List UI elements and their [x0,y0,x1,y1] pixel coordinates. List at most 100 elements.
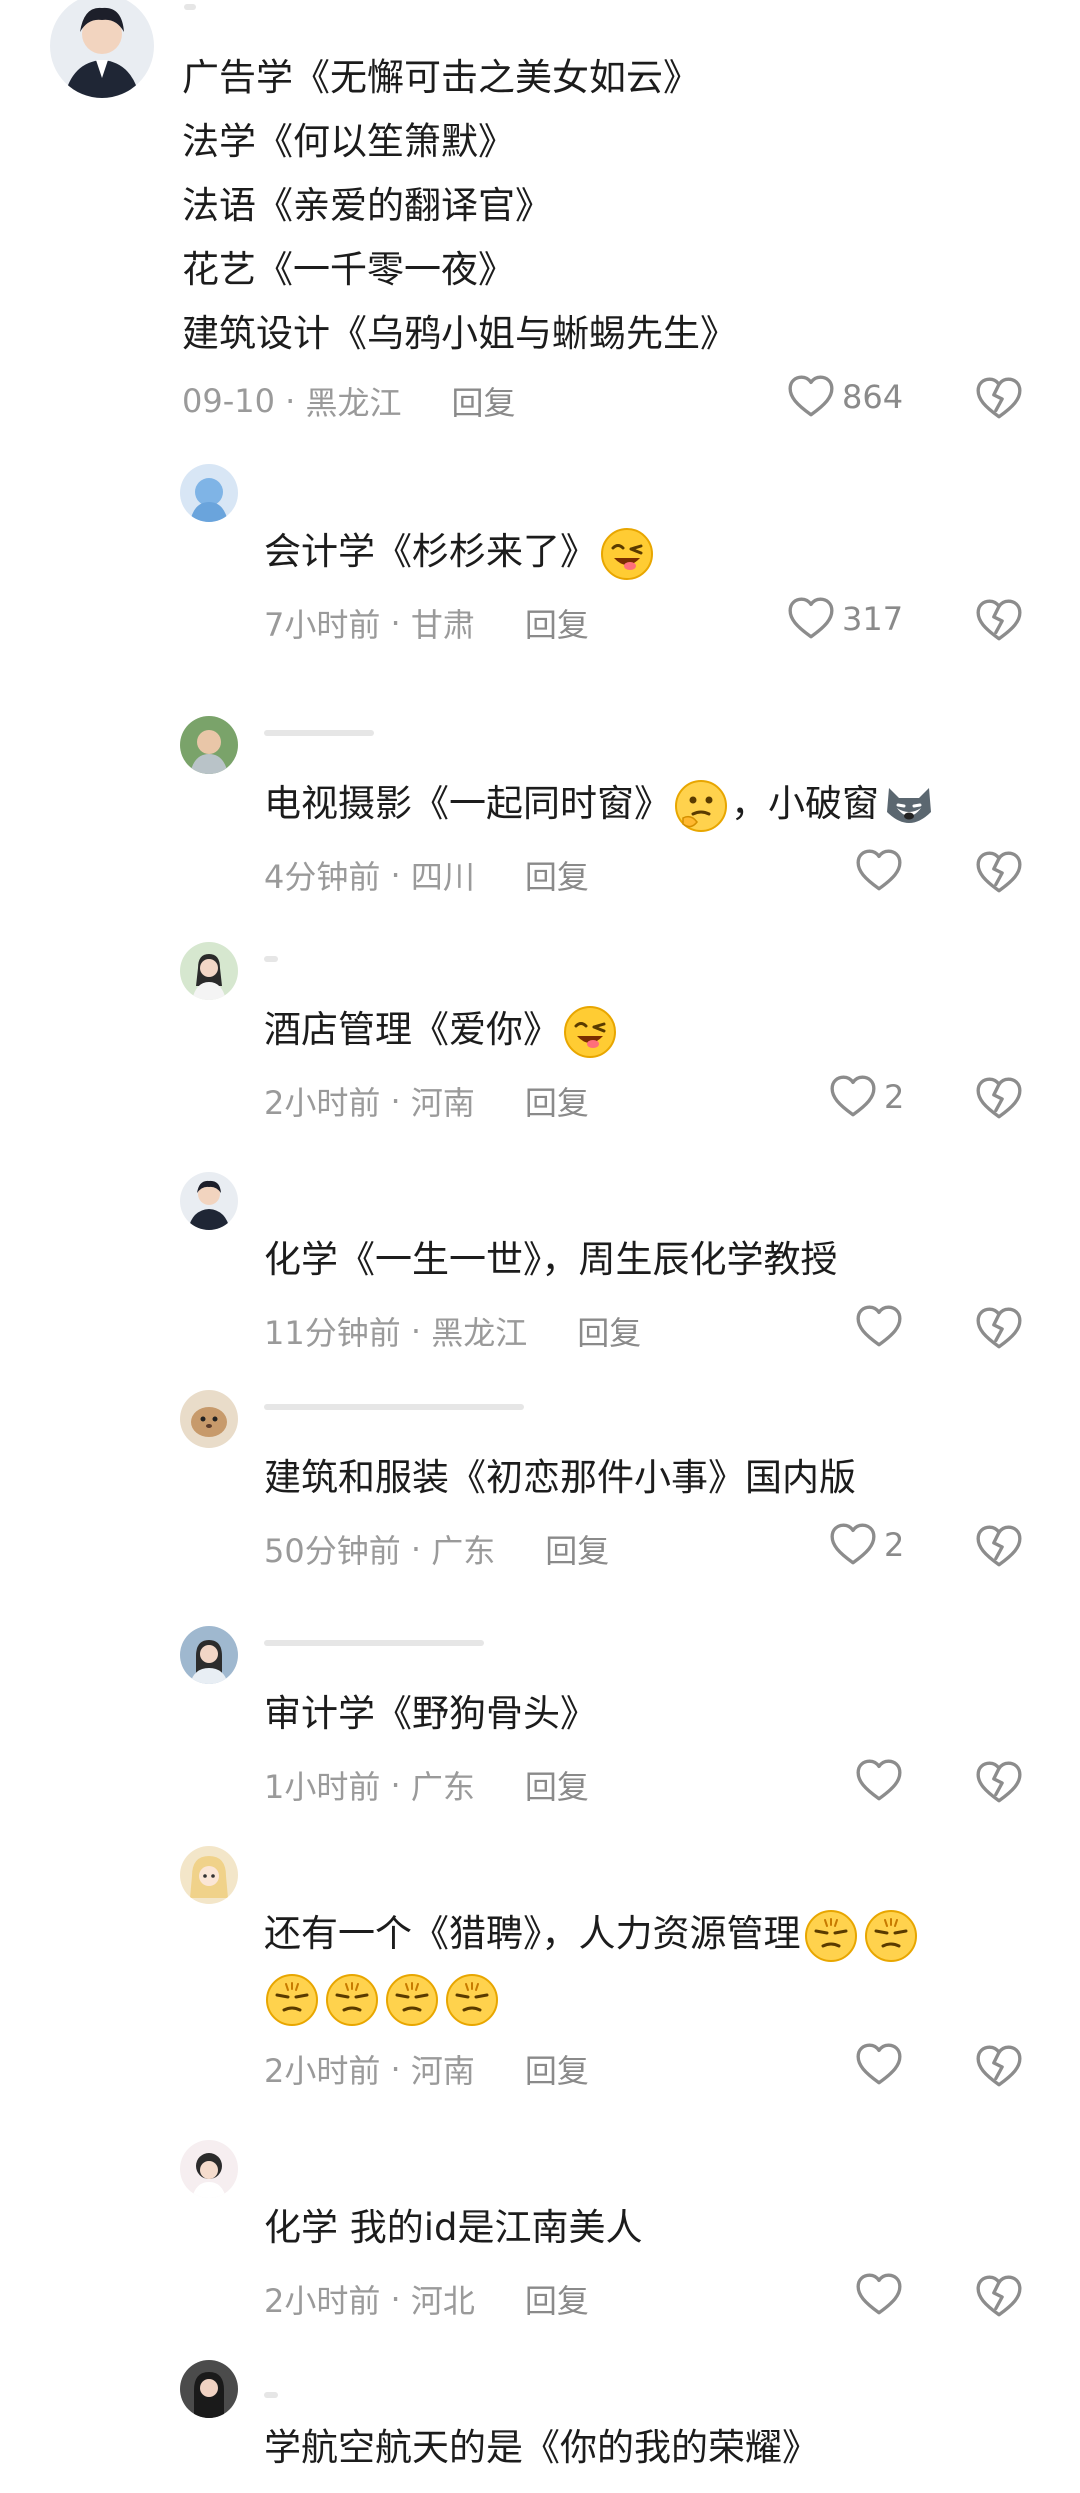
comment-text: 还有一个《猎聘》，人力资源管理 [264,1902,921,1966]
comment-text-line: 法语《亲爱的翻译官》 [182,184,552,227]
avatar[interactable] [180,942,238,1000]
comment-text: 酒店管理《爱你》 [264,998,620,1062]
location: 黑龙江 [431,1314,528,1352]
avatar[interactable] [180,716,238,774]
username [264,1640,484,1646]
username [264,956,278,962]
heart-outline-icon [854,1302,904,1352]
broken-heart-icon[interactable] [974,1758,1024,1808]
comment-text: 建筑和服装《初恋那件小事》国内版 [264,1456,856,1499]
avatar[interactable] [180,1846,238,1904]
comment-meta: 4分钟前 · 四川 回复 [264,852,589,898]
comment-meta: 1小时前 · 广东 回复 [264,1762,589,1808]
timestamp: 7小时前 [264,606,381,644]
timestamp: 11分钟前 [264,1314,401,1352]
reply-button[interactable]: 回复 [525,1078,589,1124]
emoji-row [262,1966,502,2030]
like-button[interactable] [854,2040,904,2090]
broken-heart-icon[interactable] [974,2042,1024,2092]
avatar[interactable] [180,1172,238,1230]
broken-heart-icon[interactable] [974,848,1024,898]
avatar[interactable] [180,1626,238,1684]
heart-outline-icon [786,594,836,644]
wink-emoji-icon [562,1004,618,1060]
comment-meta: 2小时前 · 河北 回复 [264,2276,589,2322]
reply-button[interactable]: 回复 [452,378,516,424]
comment-meta: 11分钟前 · 黑龙江 回复 [264,1308,641,1354]
like-button[interactable] [854,2270,904,2320]
comment-text: 化学 我的id是江南美人 [264,2206,643,2249]
grumpy-emoji-icon [324,1972,380,2028]
reply-button[interactable]: 回复 [545,1526,609,1572]
reply-button[interactable]: 回复 [525,2046,589,2092]
thinking-emoji-icon [673,778,729,834]
username [264,1404,524,1410]
avatar[interactable] [180,1390,238,1448]
reply-button[interactable]: 回复 [525,2276,589,2322]
heart-outline-icon [786,372,836,422]
wink-emoji-icon [599,526,655,582]
username [264,2392,278,2398]
grumpy-emoji-icon [444,1972,500,2028]
location: 广东 [410,1768,475,1806]
heart-outline-icon [854,1756,904,1806]
location: 四川 [410,858,475,896]
comment-meta: 2小时前 · 河南 回复 [264,1078,589,1124]
broken-heart-icon[interactable] [974,374,1024,424]
like-count: 2 [884,1526,905,1564]
timestamp: 2小时前 [264,2282,381,2320]
broken-heart-icon[interactable] [974,2272,1024,2322]
reply-button[interactable]: 回复 [525,1762,589,1808]
comment-text: 化学《一生一世》，周生辰化学教授 [264,1238,838,1281]
grumpy-emoji-icon [863,1908,919,1964]
avatar[interactable] [50,0,154,98]
avatar[interactable] [180,2360,238,2418]
broken-heart-icon[interactable] [974,1074,1024,1124]
heart-outline-icon [854,2040,904,2090]
husky-emoji-icon [881,778,937,834]
reply-button[interactable]: 回复 [525,600,589,646]
heart-outline-icon [828,1072,878,1122]
comment-text: 会计学《杉杉来了》 [264,520,657,584]
broken-heart-icon[interactable] [974,1522,1024,1572]
comment-text: 电视摄影《一起同时窗》 ，小破窗 [264,772,939,836]
location: 甘肃 [410,606,475,644]
like-button[interactable]: 2 [828,1072,904,1122]
location: 广东 [431,1532,496,1570]
grumpy-emoji-icon [384,1972,440,2028]
heart-outline-icon [828,1520,878,1570]
timestamp: 2小时前 [264,1084,381,1122]
heart-outline-icon [854,2270,904,2320]
grumpy-emoji-icon [264,1972,320,2028]
like-button[interactable]: 2 [828,1520,904,1570]
heart-outline-icon [854,846,904,896]
comment-text-line: 花艺《一千零一夜》 [182,248,515,291]
username [184,4,196,10]
comment-text-line: 法学《何以笙箫默》 [182,120,515,163]
broken-heart-icon[interactable] [974,1304,1024,1354]
broken-heart-icon[interactable] [974,596,1024,646]
location: 河南 [410,2052,475,2090]
avatar[interactable] [180,2140,238,2198]
comment-meta: 2小时前 · 河南 回复 [264,2046,589,2092]
like-button[interactable]: 317 [786,594,903,644]
like-button[interactable] [854,846,904,896]
like-count: 864 [842,378,904,416]
comment-meta: 50分钟前 · 广东 回复 [264,1526,609,1572]
location: 河南 [410,1084,475,1122]
timestamp: 2小时前 [264,2052,381,2090]
reply-button[interactable]: 回复 [577,1308,641,1354]
timestamp: 09-10 [182,382,275,420]
like-button[interactable] [854,1302,904,1352]
like-button[interactable] [854,1756,904,1806]
timestamp: 4分钟前 [264,858,381,896]
like-button[interactable]: 864 [786,372,903,422]
avatar[interactable] [180,464,238,522]
timestamp: 50分钟前 [264,1532,401,1570]
comment-meta: 09-10 · 黑龙江 回复 [182,378,516,424]
comment-text-line: 建筑设计《乌鸦小姐与蜥蜴先生》 [182,312,737,355]
location: 黑龙江 [305,384,402,422]
reply-button[interactable]: 回复 [525,852,589,898]
comment-text: 学航空航天的是《你的我的荣耀》 [264,2426,819,2469]
timestamp: 1小时前 [264,1768,381,1806]
